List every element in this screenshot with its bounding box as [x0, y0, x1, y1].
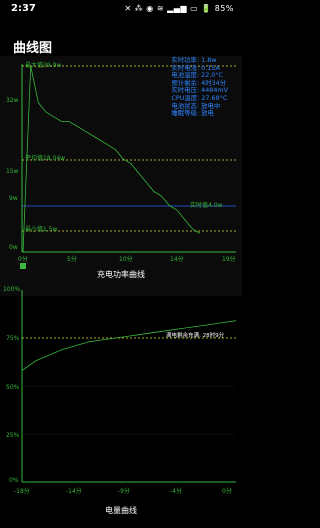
power-chart-title: 充电功率曲线 — [97, 270, 145, 279]
battery-y-label: 25% — [6, 432, 20, 439]
battery-y-label: 50% — [6, 384, 20, 391]
power-y-label: 9w — [9, 195, 18, 202]
battery-grid — [22, 385, 236, 435]
power-x-label: 10分 — [119, 256, 133, 263]
battery-x-label: -14分 — [66, 488, 82, 495]
info-line: 睡眠等级: 放电 — [171, 109, 214, 118]
avg-label: 平均值18.04w — [25, 155, 66, 162]
current-label: 实时值4.0w — [190, 202, 223, 209]
power-x-label: 0分 — [18, 256, 28, 263]
battery-series — [21, 320, 237, 371]
power-x-label: 14分 — [170, 256, 184, 263]
power-x-label: 5分 — [67, 256, 77, 263]
estimate-label: 满电剩余充满: 28时9分 — [166, 333, 225, 339]
battery-x-label: 0分 — [222, 488, 232, 495]
power-x-label: 19分 — [222, 256, 236, 263]
battery-series-line — [21, 320, 237, 371]
battery-chart-title: 电量曲线 — [105, 506, 137, 515]
power-y-label: 32w — [6, 97, 19, 104]
info-panel: 实时功率: 1.8w 实时电流: 0.15A 电池温度: 22.0°C 预计剩余… — [171, 56, 228, 118]
battery-y-label: 75% — [6, 335, 20, 342]
power-y-label: 0w — [9, 244, 18, 251]
battery-y-label: 100% — [3, 286, 21, 293]
battery-x-label: -9分 — [118, 488, 130, 495]
battery-x-label: -18分 — [14, 488, 30, 495]
max-label: 最大值39.9w — [25, 62, 62, 69]
power-y-label: 15w — [6, 168, 19, 175]
battery-x-label: -4分 — [170, 488, 182, 495]
min-label: 最小值1.5w — [25, 226, 58, 233]
battery-y-label: 0% — [9, 477, 19, 484]
